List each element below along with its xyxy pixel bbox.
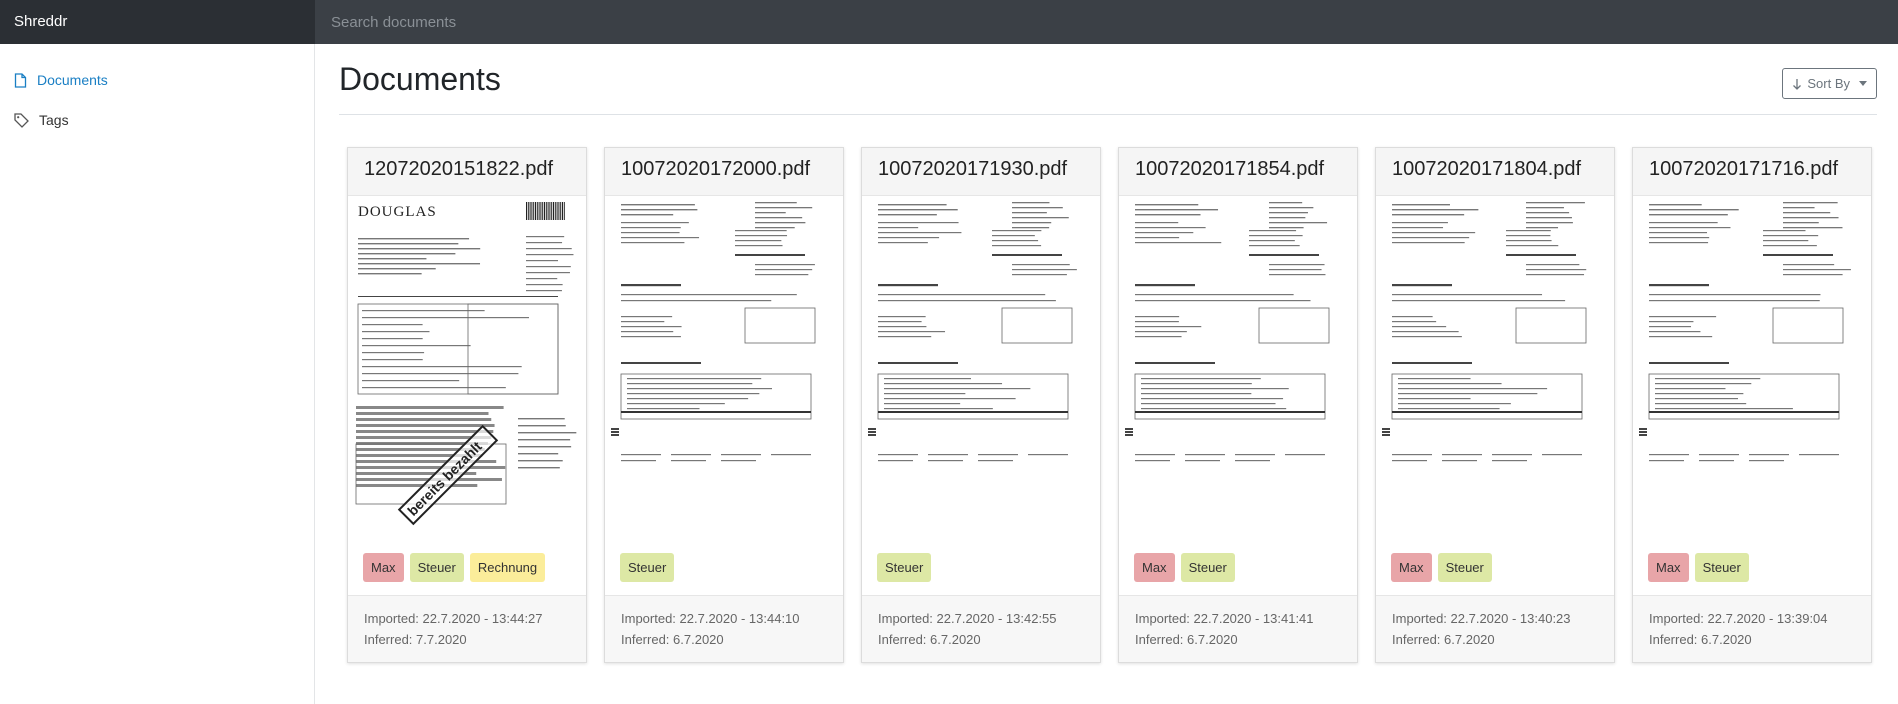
document-thumbnail [868,201,1077,461]
tag-list: Steuer [605,540,843,595]
page-header: Documents Sort By [339,44,1877,115]
document-card[interactable]: 12072020151822.pdf DOUGLAS bereits bezahlt… [347,147,587,663]
document-card[interactable]: 10072020171804.pdf Max Steuer Imported: 22.… [1375,147,1615,663]
tag-badge[interactable]: Steuer [1437,552,1492,582]
inferred-date: Inferred: 6.7.2020 [1392,631,1495,647]
imported-date: Imported: 22.7.2020 - 13:40:23 [1392,610,1571,626]
inferred-date: Inferred: 6.7.2020 [1649,631,1752,647]
document-preview[interactable] [862,195,1100,540]
sidebar-item-documents[interactable]: Documents [0,62,314,98]
sort-by-button[interactable]: Sort By [1782,68,1877,99]
document-meta: Imported: 22.7.2020 - 13:44:27 Inferred: … [348,594,586,662]
imported-date: Imported: 22.7.2020 - 13:44:27 [364,610,543,626]
page-title: Documents [339,61,501,97]
tag-badge[interactable]: Steuer [620,552,675,582]
document-thumbnail [1639,201,1851,461]
tag-badge[interactable]: Max [1134,552,1175,582]
chevron-down-icon [1859,81,1867,86]
document-meta: Imported: 22.7.2020 - 13:39:04 Inferred: … [1633,594,1871,662]
document-meta: Imported: 22.7.2020 - 13:40:23 Inferred: … [1376,594,1614,662]
tag-badge[interactable]: Rechnung [469,552,546,582]
arrow-down-icon [1793,78,1802,90]
tag-list: Max Steuer Rechnung [348,540,586,595]
file-icon [14,72,27,88]
document-thumbnail [1382,201,1587,461]
document-thumbnail [611,201,816,461]
app-brand[interactable]: Shreddr [0,0,315,44]
document-title[interactable]: 10072020172000.pdf [605,148,843,196]
document-thumbnail [1125,201,1330,461]
imported-date: Imported: 22.7.2020 - 13:42:55 [878,610,1057,626]
document-title[interactable]: 12072020151822.pdf [348,148,586,196]
document-meta: Imported: 22.7.2020 - 13:42:55 Inferred: … [862,594,1100,662]
document-title[interactable]: 10072020171930.pdf [862,148,1100,196]
inferred-date: Inferred: 6.7.2020 [878,631,981,647]
document-preview[interactable] [1119,195,1357,540]
tag-icon [14,112,29,128]
document-thumbnail [355,201,577,504]
document-preview[interactable] [1376,195,1614,540]
document-title[interactable]: 10072020171716.pdf [1633,148,1871,196]
document-preview[interactable]: DOUGLAS bereits bezahlt [348,195,586,540]
imported-date: Imported: 22.7.2020 - 13:39:04 [1649,610,1828,626]
tag-badge[interactable]: Steuer [877,552,932,582]
tag-list: Steuer [862,540,1100,595]
document-meta: Imported: 22.7.2020 - 13:41:41 Inferred: … [1119,594,1357,662]
document-preview[interactable] [1633,195,1871,540]
tag-list: Max Steuer [1119,540,1357,595]
tag-badge[interactable]: Max [1391,552,1432,582]
sidebar-item-tags[interactable]: Tags [0,102,314,138]
sidebar-item-label: Documents [37,72,108,88]
main-content: Documents Sort By 12072020151822.pdf DOUG… [339,44,1877,704]
search-input[interactable] [315,0,1898,44]
inferred-date: Inferred: 6.7.2020 [621,631,724,647]
tag-badge[interactable]: Max [363,552,404,582]
tag-badge[interactable]: Steuer [1694,552,1749,582]
tag-list: Max Steuer [1633,540,1871,595]
imported-date: Imported: 22.7.2020 - 13:41:41 [1135,610,1314,626]
tag-badge[interactable]: Steuer [409,552,464,582]
document-brand-logo: DOUGLAS [358,203,437,220]
imported-date: Imported: 22.7.2020 - 13:44:10 [621,610,800,626]
document-preview[interactable] [605,195,843,540]
sidebar-item-label: Tags [39,112,69,128]
document-title[interactable]: 10072020171854.pdf [1119,148,1357,196]
document-card[interactable]: 10072020171854.pdf Max Steuer Imported: 22.… [1118,147,1358,663]
inferred-date: Inferred: 7.7.2020 [364,631,467,647]
document-meta: Imported: 22.7.2020 - 13:44:10 Inferred: … [605,594,843,662]
document-card[interactable]: 10072020172000.pdf Steuer Imported: 22.7.2… [604,147,844,663]
top-navbar: Shreddr [0,0,1898,44]
tag-list: Max Steuer [1376,540,1614,595]
inferred-date: Inferred: 6.7.2020 [1135,631,1238,647]
document-title[interactable]: 10072020171804.pdf [1376,148,1614,196]
document-grid: 12072020151822.pdf DOUGLAS bereits bezahlt… [347,147,1872,663]
document-card[interactable]: 10072020171930.pdf Steuer Imported: 22.7.2… [861,147,1101,663]
sidebar: Documents Tags [0,44,315,704]
tag-badge[interactable]: Steuer [1180,552,1235,582]
tag-badge[interactable]: Max [1648,552,1689,582]
sort-by-label: Sort By [1807,76,1850,91]
document-card[interactable]: 10072020171716.pdf Max Steuer Imported: 22.… [1632,147,1872,663]
